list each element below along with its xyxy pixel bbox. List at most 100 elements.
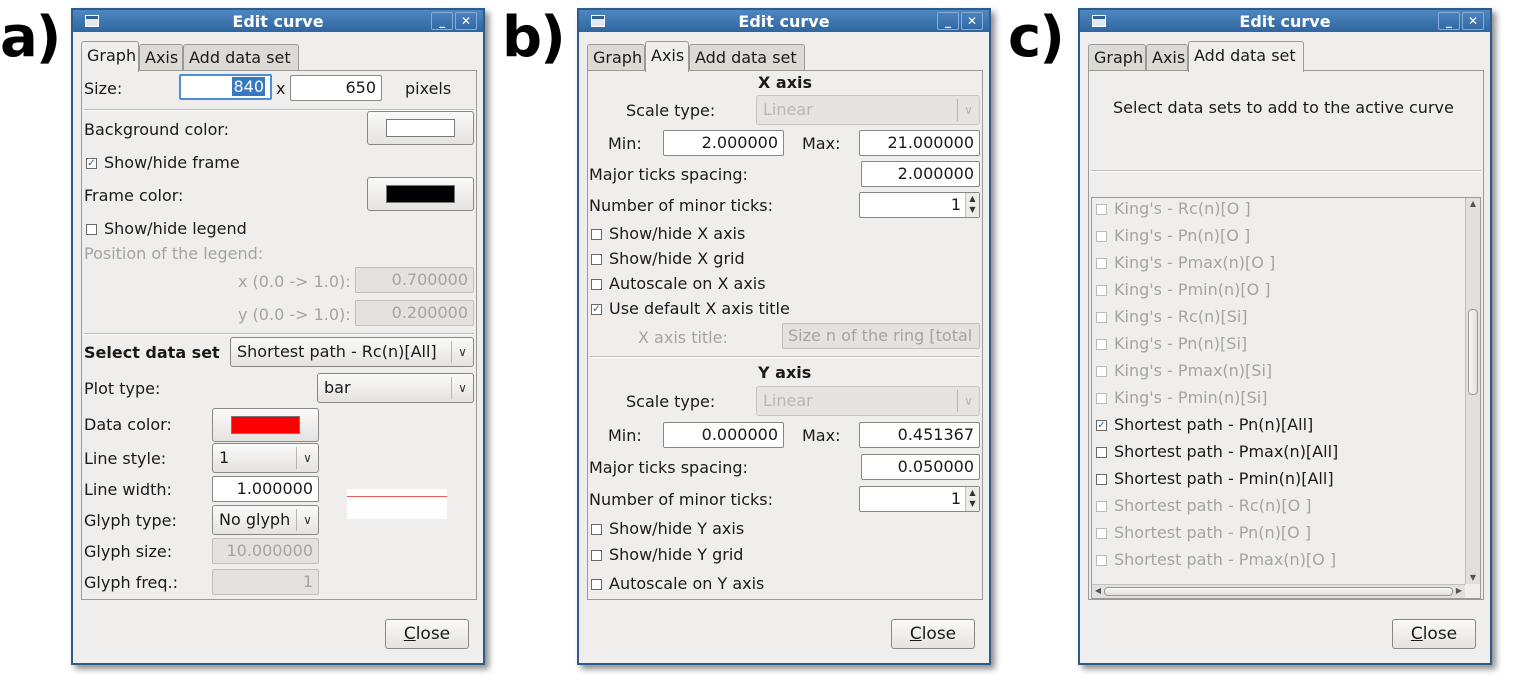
x-axis-title-input[interactable]: Size n of the ring [total — [782, 323, 980, 349]
checkbox-icon — [1096, 528, 1107, 539]
tab-add-data-set[interactable]: Add data set — [183, 44, 299, 71]
close-button[interactable]: Close — [891, 619, 975, 649]
data-color-button[interactable] — [212, 408, 319, 442]
scroll-right-icon[interactable]: ▶ — [1453, 585, 1465, 598]
close-window-icon[interactable]: ✕ — [1462, 12, 1484, 30]
checkbox-icon — [1096, 339, 1107, 350]
data-set-item[interactable]: ✓ Shortest path - Pn(n)[All] — [1094, 415, 1313, 437]
data-set-item[interactable]: King's - Pmax(n)[Si] — [1094, 361, 1272, 383]
spin-arrows-icon[interactable]: ▲ ▼ — [965, 487, 979, 511]
data-set-select[interactable]: Shortest path - Rc(n)[All] ∨ — [230, 337, 474, 367]
data-set-item[interactable]: King's - Rc(n)[Si] — [1094, 307, 1248, 329]
tab-axis[interactable]: Axis — [1146, 44, 1188, 71]
data-set-item[interactable]: Shortest path - Pmax(n)[O ] — [1094, 550, 1336, 572]
close-button[interactable]: Close — [1392, 619, 1476, 649]
title-bar[interactable]: Edit curve _ ✕ — [579, 10, 989, 32]
line-width-input[interactable]: 1.000000 — [212, 476, 319, 502]
data-color-swatch — [231, 416, 300, 434]
vertical-scrollbar[interactable]: ▲ ▼ — [1465, 198, 1480, 584]
x-minor-ticks-spinner[interactable]: 1 ▲ ▼ — [859, 192, 980, 218]
show-y-axis-checkbox[interactable]: Show/hide Y axis — [589, 519, 744, 539]
y-minor-ticks-label: Number of minor ticks: — [589, 490, 773, 509]
checkbox-icon — [1096, 285, 1107, 296]
separator — [1091, 170, 1481, 172]
title-bar[interactable]: Edit curve _ ✕ — [1080, 10, 1490, 32]
scroll-left-icon[interactable]: ◀ — [1092, 585, 1104, 598]
tab-graph[interactable]: Graph — [1088, 44, 1146, 71]
minimize-icon[interactable]: _ — [937, 12, 959, 30]
glyph-type-select[interactable]: No glyph ∨ — [212, 505, 319, 535]
frame-color-button[interactable] — [367, 177, 474, 211]
close-window-icon[interactable]: ✕ — [961, 12, 983, 30]
data-set-item[interactable]: King's - Pmax(n)[O ] — [1094, 253, 1275, 275]
data-set-item[interactable]: King's - Pmin(n)[O ] — [1094, 280, 1271, 302]
tab-graph[interactable]: Graph — [587, 44, 645, 71]
data-set-item[interactable]: Shortest path - Pmax(n)[All] — [1094, 442, 1338, 464]
x-major-ticks-input[interactable]: 2.000000 — [861, 161, 980, 187]
tab-axis[interactable]: Axis — [139, 44, 183, 71]
show-y-grid-checkbox[interactable]: Show/hide Y grid — [589, 545, 743, 565]
horizontal-scrollbar[interactable]: ◀ ▶ — [1092, 584, 1465, 598]
x-major-ticks-label: Major ticks spacing: — [589, 165, 748, 184]
show-x-grid-checkbox[interactable]: Show/hide X grid — [589, 249, 745, 269]
data-set-label: Shortest path - Pmax(n)[All] — [1114, 442, 1339, 461]
chevron-down-icon: ∨ — [957, 99, 979, 121]
checkbox-icon — [591, 229, 602, 240]
y-min-input[interactable]: 0.000000 — [663, 422, 784, 448]
minimize-icon[interactable]: _ — [431, 12, 453, 30]
background-color-button[interactable] — [367, 111, 474, 145]
x-scale-type-label: Scale type: — [626, 101, 716, 120]
title-bar[interactable]: Edit curve _ ✕ — [73, 10, 483, 32]
data-set-item[interactable]: King's - Rc(n)[O ] — [1094, 199, 1251, 221]
tab-add-data-set[interactable]: Add data set — [689, 44, 805, 71]
checkbox-icon — [591, 279, 602, 290]
y-scale-type-label: Scale type: — [626, 392, 716, 411]
tab-axis[interactable]: Axis — [645, 41, 689, 72]
default-x-title-checkbox[interactable]: ✓ Use default X axis title — [589, 299, 790, 319]
background-color-label: Background color: — [84, 120, 230, 139]
data-set-item[interactable]: King's - Pn(n)[O ] — [1094, 226, 1250, 248]
data-set-item[interactable]: Shortest path - Rc(n)[O ] — [1094, 496, 1312, 518]
y-major-ticks-input[interactable]: 0.050000 — [861, 454, 980, 480]
y-scale-type-select[interactable]: Linear ∨ — [756, 386, 980, 416]
checkbox-icon — [1096, 204, 1107, 215]
y-max-input[interactable]: 0.451367 — [859, 422, 980, 448]
line-style-select[interactable]: 1 ∨ — [212, 443, 319, 473]
close-window-icon[interactable]: ✕ — [455, 12, 477, 30]
x-min-input[interactable]: 2.000000 — [663, 130, 784, 156]
scroll-down-icon[interactable]: ▼ — [1466, 572, 1480, 584]
y-min-label: Min: — [608, 426, 642, 445]
legend-y-input[interactable]: 0.200000 — [355, 300, 474, 326]
data-set-item[interactable]: King's - Pn(n)[Si] — [1094, 334, 1247, 356]
show-legend-checkbox[interactable]: Show/hide legend — [84, 219, 247, 239]
data-set-item[interactable]: Shortest path - Pn(n)[O ] — [1094, 523, 1311, 545]
data-set-item[interactable]: King's - Pmin(n)[Si] — [1094, 388, 1267, 410]
legend-x-input[interactable]: 0.700000 — [355, 267, 474, 293]
show-x-axis-checkbox[interactable]: Show/hide X axis — [589, 224, 745, 244]
plot-type-select[interactable]: bar ∨ — [317, 373, 474, 403]
data-set-item[interactable]: Shortest path - Pmin(n)[All] — [1094, 469, 1334, 491]
tab-graph[interactable]: Graph — [81, 41, 139, 72]
height-input[interactable]: 650 — [290, 75, 382, 101]
spin-arrows-icon[interactable]: ▲ ▼ — [965, 193, 979, 217]
autoscale-x-checkbox[interactable]: Autoscale on X axis — [589, 274, 766, 294]
x-max-input[interactable]: 21.000000 — [859, 130, 980, 156]
data-set-list[interactable]: King's - Rc(n)[O ] King's - Pn(n)[O ] King… — [1091, 197, 1481, 599]
width-input[interactable]: 840 — [179, 74, 272, 100]
autoscale-y-checkbox[interactable]: Autoscale on Y axis — [589, 574, 764, 594]
scroll-up-icon[interactable]: ▲ — [1466, 198, 1480, 210]
tab-add-data-set[interactable]: Add data set — [1188, 41, 1304, 72]
scrollbar-thumb[interactable] — [1104, 587, 1453, 596]
glyph-freq-input[interactable]: 1 — [212, 569, 319, 595]
y-minor-ticks-spinner[interactable]: 1 ▲ ▼ — [859, 486, 980, 512]
show-frame-checkbox[interactable]: ✓ Show/hide frame — [84, 153, 240, 173]
checkbox-icon: ✓ — [1096, 420, 1107, 431]
x-scale-type-select[interactable]: Linear ∨ — [756, 95, 980, 125]
y-max-label: Max: — [802, 426, 841, 445]
close-button[interactable]: Close — [385, 619, 469, 649]
data-set-label: Shortest path - Pmin(n)[All] — [1114, 469, 1334, 488]
minimize-icon[interactable]: _ — [1438, 12, 1460, 30]
glyph-size-input[interactable]: 10.000000 — [212, 538, 319, 564]
scrollbar-thumb[interactable] — [1468, 309, 1478, 395]
select-data-set-label: Select data set — [84, 343, 220, 362]
